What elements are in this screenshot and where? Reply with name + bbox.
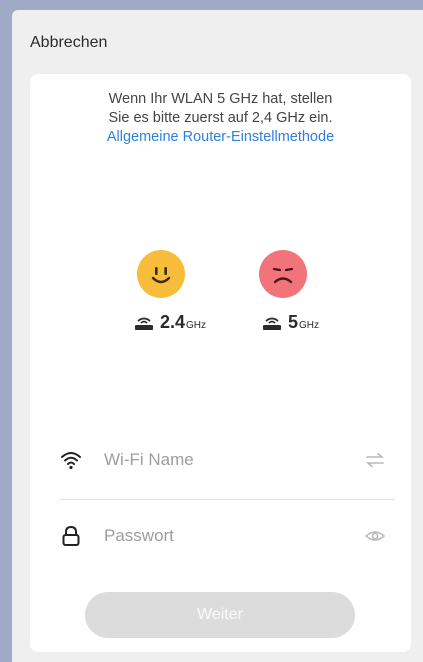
password-row: [60, 516, 386, 556]
band-5-value: 5: [288, 312, 299, 332]
sad-face-icon: [259, 250, 307, 298]
eye-icon[interactable]: [364, 527, 386, 545]
next-button[interactable]: Weiter: [85, 592, 355, 638]
band-2-4ghz-label: 2.4 GHz: [134, 312, 206, 333]
lock-icon: [62, 525, 80, 546]
hint-line-1: Wenn Ihr WLAN 5 GHz hat, stellen: [108, 91, 333, 107]
switch-network-icon[interactable]: [364, 451, 386, 469]
password-input[interactable]: [102, 525, 364, 547]
router-icon: [135, 317, 153, 330]
hint-line-2: Sie es bitte zuerst auf 2,4 GHz ein.: [108, 110, 333, 126]
band-hint: Wenn Ihr WLAN 5 GHz hat, stellen Sie es …: [30, 90, 411, 147]
router-setup-link[interactable]: Allgemeine Router-Einstellmethode: [30, 128, 411, 147]
band-5ghz-label: 5 GHz: [262, 312, 319, 333]
field-divider: [60, 499, 395, 500]
band-2-4-value: 2.4: [160, 312, 186, 332]
router-icon: [263, 317, 281, 330]
wifi-name-input[interactable]: [102, 449, 364, 471]
setup-sheet: Abbrechen Wenn Ihr WLAN 5 GHz hat, stell…: [12, 10, 423, 662]
wifi-setup-card: Wenn Ihr WLAN 5 GHz hat, stellen Sie es …: [30, 74, 411, 652]
wifi-icon: [61, 452, 81, 470]
band-5-unit: GHz: [299, 320, 320, 331]
band-2-4-unit: GHz: [186, 320, 207, 331]
wifi-name-row: [60, 440, 386, 480]
cancel-button[interactable]: Abbrechen: [30, 34, 107, 52]
happy-face-icon: [137, 250, 185, 298]
